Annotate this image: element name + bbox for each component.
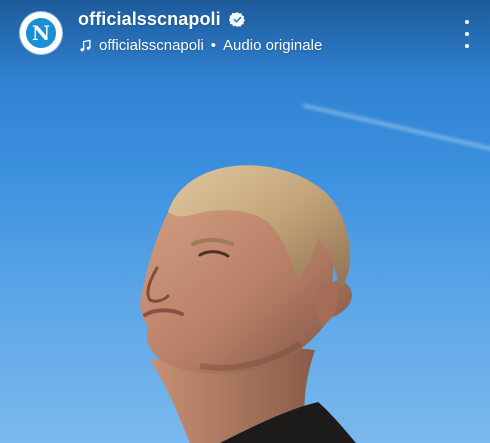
more-options-button[interactable] [462, 20, 472, 48]
username-link[interactable]: officialsscnapoli [78, 9, 221, 30]
audio-separator: • [210, 37, 217, 54]
more-vertical-icon-dot-middle [465, 32, 469, 36]
audio-artist: officialsscnapoli [99, 37, 204, 54]
more-vertical-icon-dot-top [465, 20, 469, 24]
username-row: officialsscnapoli [78, 9, 246, 30]
club-logo: N [24, 16, 58, 50]
audio-title: Audio originale [223, 37, 323, 54]
more-vertical-icon-dot-bottom [465, 44, 469, 48]
verified-badge-icon [228, 11, 246, 28]
profile-avatar[interactable]: N [20, 12, 62, 54]
music-note-icon [78, 38, 93, 54]
audio-info-row[interactable]: officialsscnapoli • Audio originale [78, 37, 322, 54]
reel-header: N officialsscnapoli officialsscnapoli • [0, 0, 490, 80]
reel-screen: N officialsscnapoli officialsscnapoli • [0, 0, 490, 443]
